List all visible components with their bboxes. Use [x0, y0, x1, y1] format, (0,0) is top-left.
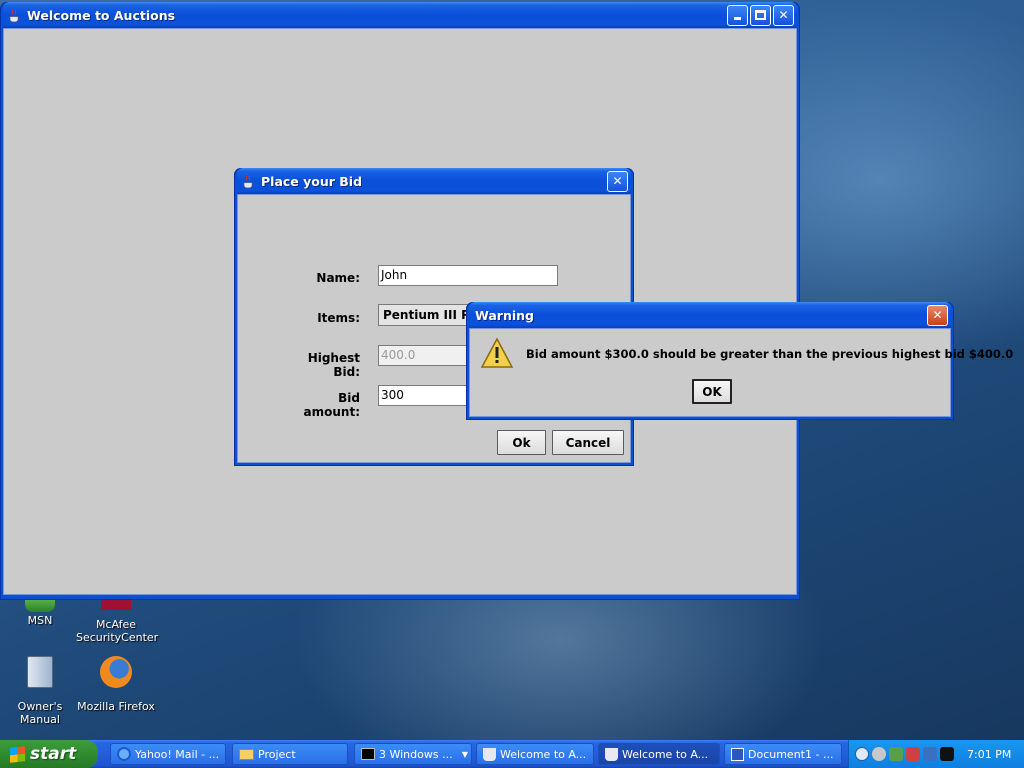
- manual-icon: [27, 656, 53, 688]
- task-label: Yahoo! Mail - ...: [135, 747, 220, 761]
- desktop-icon-owners-manual[interactable]: Owner's Manual: [0, 656, 80, 726]
- close-icon: ✕: [612, 174, 623, 188]
- folder-icon: [239, 748, 254, 760]
- windows-logo-icon: [10, 745, 25, 763]
- taskbar-item-project[interactable]: Project: [232, 743, 348, 765]
- msn-icon: [25, 598, 55, 612]
- task-label: Welcome to A...: [622, 747, 709, 761]
- minimize-icon: [734, 17, 741, 20]
- dropdown-arrow-icon: ▼: [461, 749, 468, 759]
- mcafee-tray-icon[interactable]: [940, 747, 954, 761]
- name-label: Name:: [316, 271, 360, 285]
- items-label: Items:: [317, 311, 360, 325]
- task-label: Welcome to A...: [500, 747, 587, 761]
- taskbar-item-windows-group[interactable]: 3 Windows ... ▼: [354, 743, 472, 765]
- java-cup-icon: [243, 175, 255, 189]
- bid-dialog-close-button[interactable]: ✕: [607, 170, 628, 192]
- warning-dialog-title: Warning: [475, 307, 534, 323]
- ok-button[interactable]: Ok: [497, 430, 546, 455]
- maximize-icon: [755, 10, 766, 20]
- warning-dialog: Warning ✕ Bid amount $300.0 should be gr…: [466, 302, 1013, 420]
- task-label: Project: [258, 747, 296, 761]
- name-field[interactable]: John: [378, 265, 558, 286]
- sync-icon[interactable]: [923, 747, 937, 761]
- warning-close-button[interactable]: ✕: [927, 304, 948, 326]
- task-label: 3 Windows ...: [379, 747, 453, 761]
- warning-dialog-titlebar[interactable]: Warning ✕: [469, 302, 951, 328]
- desktop-icon-firefox[interactable]: Mozilla Firefox: [76, 656, 156, 713]
- close-icon: ✕: [932, 308, 943, 322]
- desktop-icon-label: McAfee SecurityCenter: [76, 618, 159, 644]
- back-arrow-icon[interactable]: [855, 747, 869, 761]
- warning-message: Bid amount $300.0 should be greater than…: [526, 347, 1014, 361]
- ie-icon: [117, 747, 131, 761]
- network-icon[interactable]: [889, 747, 903, 761]
- java-cup-icon: [483, 747, 496, 761]
- task-label: Document1 - ...: [748, 747, 834, 761]
- java-cup-icon: [605, 747, 618, 761]
- taskbar-item-welcome-2[interactable]: Welcome to A...: [598, 743, 720, 765]
- highest-bid-label: Highest Bid:: [307, 351, 360, 379]
- bid-amount-label: Bid amount:: [303, 391, 360, 419]
- main-window-titlebar[interactable]: Welcome to Auctions ✕: [3, 2, 797, 28]
- close-button[interactable]: ✕: [773, 4, 794, 26]
- bid-dialog-titlebar[interactable]: Place your Bid ✕: [237, 168, 631, 194]
- security-icon[interactable]: [906, 747, 920, 761]
- desktop-icon-label: MSN: [27, 614, 53, 627]
- minimize-button[interactable]: [727, 4, 748, 26]
- warning-dialog-content: Bid amount $300.0 should be greater than…: [469, 328, 1013, 417]
- taskbar-item-yahoo-mail[interactable]: Yahoo! Mail - ...: [110, 743, 226, 765]
- java-cup-icon: [9, 9, 21, 23]
- main-window-title: Welcome to Auctions: [27, 7, 176, 23]
- system-tray: 7:01 PM: [848, 740, 1024, 768]
- warning-icon: [480, 337, 514, 368]
- desktop-icon-msn[interactable]: MSN: [0, 598, 80, 627]
- messenger-icon[interactable]: [872, 747, 886, 761]
- warning-ok-button[interactable]: OK: [692, 379, 732, 404]
- word-icon: [731, 747, 744, 761]
- firefox-icon: [100, 656, 132, 688]
- taskbar-item-document1[interactable]: Document1 - ...: [724, 743, 842, 765]
- taskbar-item-welcome-1[interactable]: Welcome to A...: [476, 743, 594, 765]
- start-label: start: [30, 744, 77, 764]
- bid-dialog-title: Place your Bid: [261, 173, 363, 189]
- maximize-button[interactable]: [750, 4, 771, 26]
- desktop-icon-label: Mozilla Firefox: [77, 700, 155, 713]
- desktop-icon-mcafee[interactable]: McAfee SecurityCenter: [76, 596, 159, 644]
- console-icon: [361, 748, 375, 760]
- clock[interactable]: 7:01 PM: [967, 748, 1011, 761]
- start-button[interactable]: start: [0, 740, 98, 768]
- close-icon: ✕: [778, 8, 789, 22]
- cancel-button[interactable]: Cancel: [552, 430, 624, 455]
- desktop-icon-label: Owner's Manual: [17, 700, 63, 726]
